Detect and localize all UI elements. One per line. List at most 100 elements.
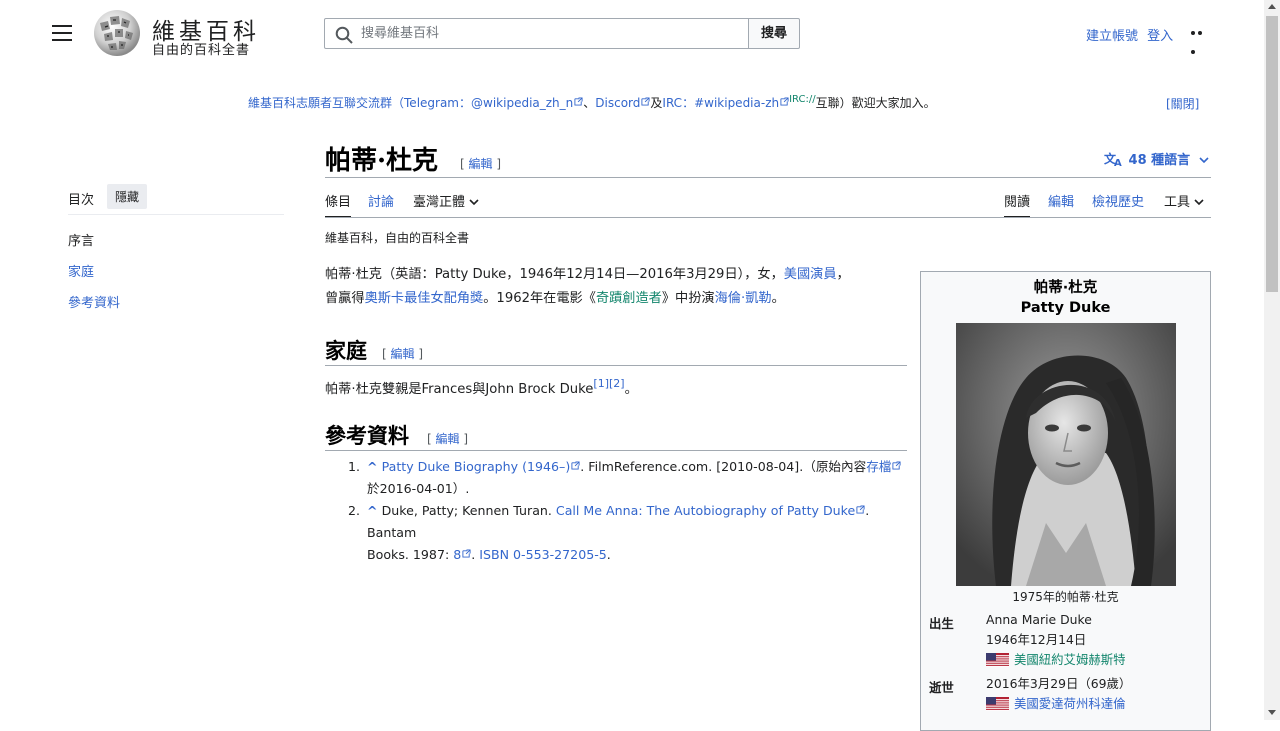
references-edit-link[interactable]: [ 編輯 ]: [427, 430, 468, 447]
died-value: 2016年3月29日（69歲） 美國愛達荷州科達倫: [986, 674, 1131, 714]
scroll-up-arrow-icon[interactable]: [1268, 4, 1276, 9]
born-place-link[interactable]: 美國紐約艾姆赫斯特: [1014, 652, 1126, 667]
tab-history[interactable]: 檢視歷史: [1092, 191, 1144, 218]
scrollbar[interactable]: [1264, 0, 1280, 720]
table-of-contents: 目次 隱藏 序言 家庭 參考資料: [68, 184, 284, 311]
translate-icon: 文A: [1104, 151, 1122, 169]
ref-number: 2.: [348, 503, 361, 518]
notice-telegram-link[interactable]: @wikipedia_zh_n: [471, 96, 573, 110]
title-edit-link[interactable]: [ 編輯 ]: [460, 155, 501, 172]
link-helen-keller[interactable]: 海倫·凱勒: [715, 291, 772, 306]
ref-2-page-link[interactable]: 8: [453, 547, 461, 562]
lead-name: 帕蒂·杜克: [325, 267, 382, 282]
more-options-icon[interactable]: [1191, 31, 1211, 54]
site-tagline: 自由的百科全書: [152, 43, 251, 58]
lead-text-2: ，: [836, 267, 850, 282]
ref-1-archive-link[interactable]: 存檔: [866, 459, 891, 474]
born-place: 美國紐約艾姆赫斯特: [986, 650, 1126, 670]
lead-text-1: （英語：Patty Duke，1946年12月14日—2016年3月29日），女…: [381, 267, 784, 282]
chevron-down-icon: [469, 199, 479, 206]
lead-text-3: 曾贏得: [325, 291, 365, 306]
link-oscar-award[interactable]: 奧斯卡最佳女配角獎: [365, 291, 484, 306]
chevron-down-icon: [1194, 199, 1204, 206]
references-divider: [325, 450, 907, 451]
lead-text-6: 。: [771, 291, 785, 306]
notice-close-link[interactable]: [關閉]: [1166, 95, 1199, 112]
died-label: 逝世: [929, 680, 954, 695]
title-divider: [325, 177, 1211, 178]
ref-back-link[interactable]: ^: [367, 503, 378, 518]
site-notice: 維基百科志願者互聯交流群（Telegram：@wikipedia_zh_n 、Di…: [248, 94, 936, 111]
external-link-icon: [780, 97, 789, 106]
toc-item-references[interactable]: 參考資料: [68, 292, 120, 323]
search-box[interactable]: [324, 18, 749, 49]
ref-1[interactable]: [1]: [593, 377, 609, 390]
toc-item-intro[interactable]: 序言: [68, 230, 120, 261]
lead-paragraph: 帕蒂·杜克（英語：Patty Duke，1946年12月14日—2016年3月2…: [325, 263, 910, 311]
tab-variant[interactable]: 臺灣正體: [413, 191, 479, 218]
tools-label[interactable]: 工具: [1164, 195, 1190, 210]
born-label: 出生: [929, 616, 954, 631]
notice-group-link[interactable]: 維基百科志願者互聯交流群（: [248, 96, 404, 110]
wikipedia-globe-logo[interactable]: [92, 9, 142, 57]
family-edit-label[interactable]: 編輯: [391, 347, 415, 361]
died-place: 美國愛達荷州科達倫: [986, 694, 1131, 714]
lead-text-5: 》中扮演: [661, 291, 715, 306]
tabs-divider: [325, 217, 1211, 218]
chevron-down-icon: [1199, 157, 1209, 164]
ref-back-link[interactable]: ^: [367, 459, 378, 474]
died-place-link[interactable]: 美國愛達荷州科達倫: [1014, 696, 1126, 711]
title-edit-label[interactable]: 編輯: [469, 157, 493, 171]
reference-item: 1. ^ Patty Duke Biography (1946–) . FilmR…: [348, 456, 908, 500]
tab-talk[interactable]: 討論: [368, 191, 394, 218]
notice-welcome: 互聯）歡迎大家加入。: [815, 96, 936, 110]
external-link-icon: [892, 461, 901, 470]
reference-item: 2. ^ Duke, Patty; Kennen Turan. Call Me …: [348, 500, 908, 566]
article-tagline: 維基百科，自由的百科全書: [325, 231, 470, 245]
create-account-link[interactable]: 建立帳號: [1086, 29, 1138, 44]
tab-read[interactable]: 閱讀: [1004, 191, 1031, 218]
main-menu-icon[interactable]: [52, 25, 72, 41]
notice-irc-protocol[interactable]: IRC://: [789, 94, 816, 105]
notice-telegram-label[interactable]: Telegram：: [404, 96, 471, 110]
external-link-icon: [856, 505, 865, 514]
portrait-photo[interactable]: [956, 323, 1176, 586]
notice-discord-link[interactable]: Discord: [595, 96, 640, 110]
notice-irc-link[interactable]: #wikipedia-zh: [694, 96, 779, 110]
external-link-icon: [462, 549, 471, 558]
login-link[interactable]: 登入: [1147, 29, 1173, 44]
family-paragraph: 帕蒂·杜克雙親是Frances與John Brock Duke[1][2]。: [325, 372, 638, 402]
external-link-icon: [574, 97, 583, 106]
notice-irc-label[interactable]: IRC：: [662, 96, 694, 110]
language-count[interactable]: 48 種語言: [1129, 153, 1191, 168]
ref-2[interactable]: [2]: [609, 377, 625, 390]
ref-2-year: Books. 1987:: [367, 547, 454, 562]
ref-2-isbn-link[interactable]: ISBN 0-553-27205-5: [479, 547, 607, 562]
search-button[interactable]: 搜尋: [748, 18, 800, 49]
references-edit-label[interactable]: 編輯: [436, 432, 460, 446]
heading-family: 家庭: [325, 338, 367, 363]
link-american-actress[interactable]: 美國演員: [784, 267, 837, 282]
language-selector[interactable]: 文A 48 種語言: [1104, 149, 1209, 169]
tab-tools[interactable]: 工具: [1164, 191, 1204, 218]
link-miracle-worker[interactable]: 奇蹟創造者: [596, 291, 662, 306]
scrollbar-thumb[interactable]: [1266, 16, 1278, 292]
family-end: 。: [624, 382, 638, 397]
us-flag-icon: [986, 653, 1009, 667]
toc-title: 目次: [68, 193, 95, 208]
ref-2-title-link[interactable]: Call Me Anna: The Autobiography of Patty…: [556, 503, 855, 518]
svg-text:A: A: [1114, 158, 1122, 167]
heading-references: 參考資料: [325, 423, 409, 448]
lead-text-4: 。1962年在電影《: [483, 291, 596, 306]
family-edit-link[interactable]: [ 編輯 ]: [382, 345, 423, 362]
tab-edit[interactable]: 編輯: [1048, 191, 1074, 218]
toc-item-family[interactable]: 家庭: [68, 261, 120, 292]
infobox-title: 帕蒂·杜克 Patty Duke: [921, 278, 1210, 318]
toc-hide-button[interactable]: 隱藏: [107, 184, 148, 209]
external-link-icon: [571, 461, 580, 470]
ref-1-title-link[interactable]: Patty Duke Biography (1946–): [382, 459, 571, 474]
variant-label[interactable]: 臺灣正體: [413, 195, 465, 210]
search-input[interactable]: [361, 19, 741, 48]
scroll-down-arrow-icon[interactable]: [1268, 710, 1276, 715]
tab-article[interactable]: 條目: [325, 191, 352, 218]
